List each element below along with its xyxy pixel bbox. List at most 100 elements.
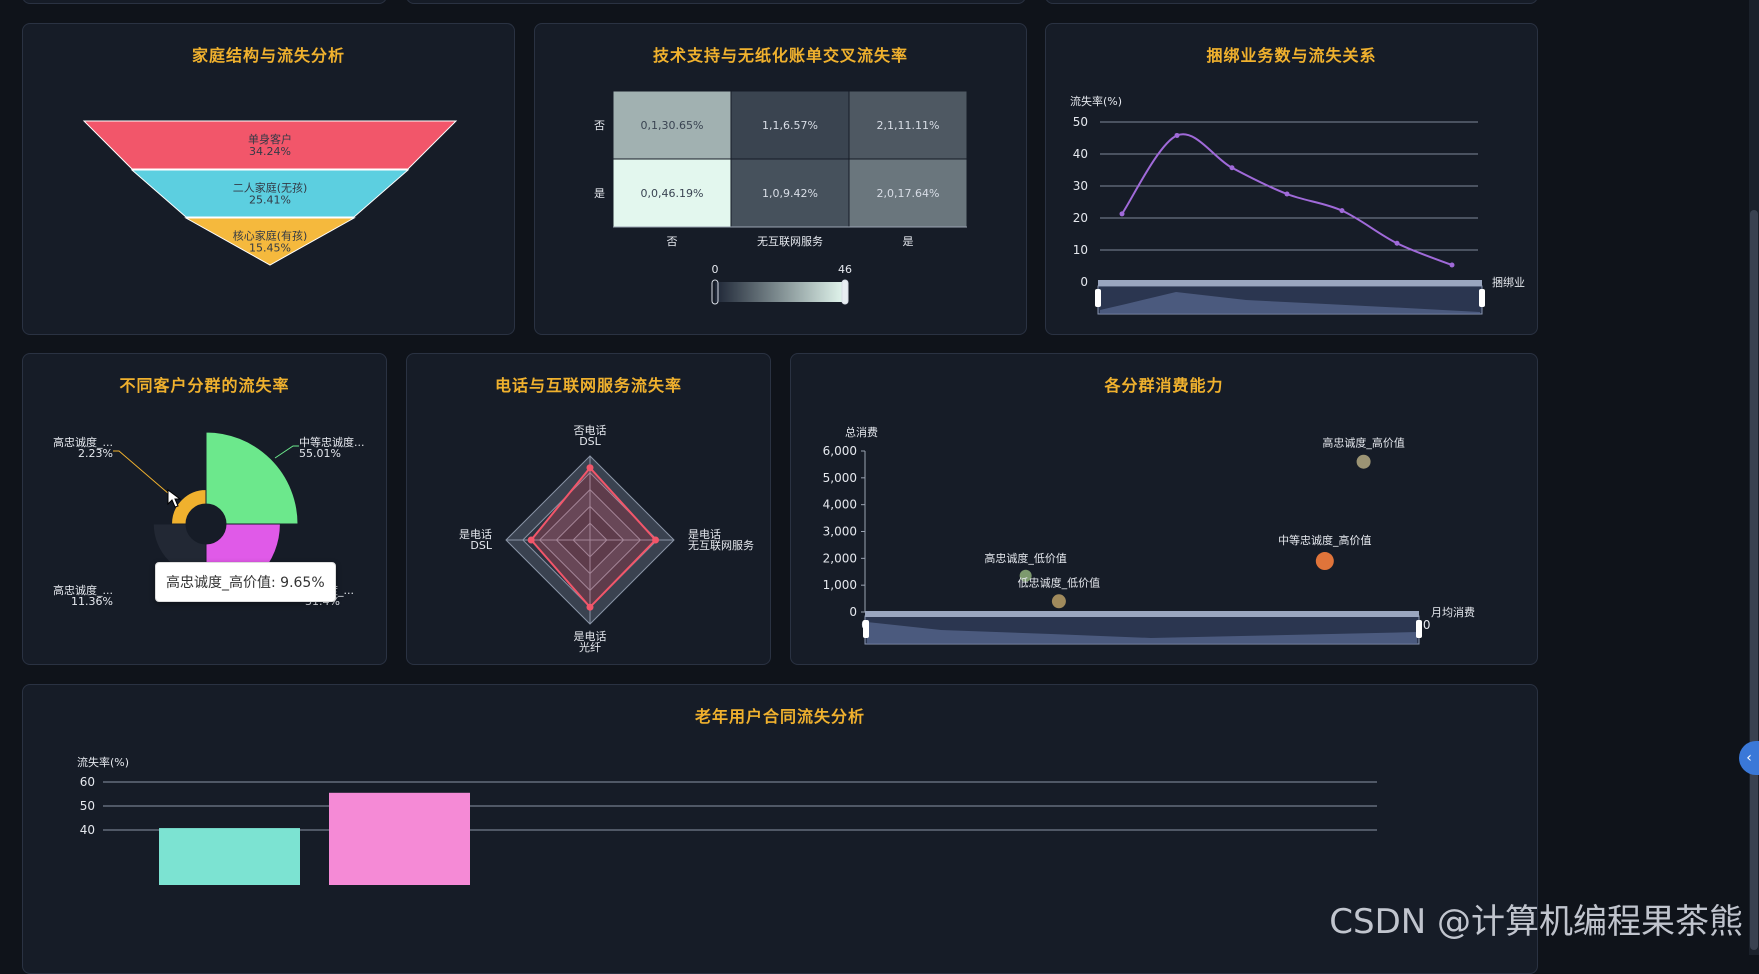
rose-label-line bbox=[113, 450, 170, 495]
radar-series-area bbox=[529, 466, 657, 609]
radar-point bbox=[527, 536, 535, 544]
line-chart: 01020304050流失率(%)捆绑业0123456 bbox=[1070, 94, 1525, 315]
heatmap-cell-label: 1,0,9.42% bbox=[762, 187, 818, 200]
scatter-point bbox=[1315, 552, 1334, 571]
radar-point bbox=[586, 464, 594, 472]
family-structure-panel: 家庭结构与流失分析 单身客户 34.24% 二人家庭(无孩) 25.41% 核心家庭(有… bbox=[22, 23, 515, 335]
top-panel-edge-right bbox=[1045, 0, 1538, 4]
scatter-chart: 01,0002,0003,0004,0005,0006,000020406080… bbox=[823, 425, 1475, 645]
visual-map-max-label: 46 bbox=[838, 263, 852, 276]
scatter-y-tick: 0 bbox=[849, 605, 857, 619]
scatter-y-tick: 6,000 bbox=[823, 444, 857, 458]
line-datazoom-handle-right bbox=[1479, 289, 1485, 307]
segment-spending-scatter-panel: 各分群消费能力 01,0002,0003,0004,0005,0006,0000… bbox=[790, 353, 1538, 665]
scatter-datazoom-handle-right bbox=[1416, 620, 1422, 638]
scatter-datazoom-bar bbox=[865, 611, 1419, 617]
bar bbox=[159, 828, 300, 885]
bar-y-tick: 40 bbox=[80, 823, 95, 837]
scatter-y-axis-label: 总消费 bbox=[845, 425, 878, 439]
visual-map-handle-max bbox=[841, 279, 849, 305]
heatmap-cell-label: 1,1,6.57% bbox=[762, 119, 818, 132]
heatmap-x-tick: 是 bbox=[903, 235, 914, 248]
rose-slice bbox=[205, 431, 299, 525]
line-y-axis-label: 流失率(%) bbox=[1070, 94, 1122, 108]
scatter-point-label: 高忠诚度_低价值 bbox=[984, 551, 1067, 565]
radar-point bbox=[652, 536, 660, 544]
bar bbox=[329, 792, 470, 885]
scatter-point-label: 高忠诚度_高价值 bbox=[1322, 436, 1405, 450]
bar-chart: 40 50 60 流失率(%) bbox=[77, 755, 1377, 885]
heatmap-y-tick: 是 bbox=[594, 187, 605, 200]
scatter-y-tick: 2,000 bbox=[823, 551, 857, 565]
rose-label-line bbox=[274, 445, 299, 459]
segment-churn-rose-panel: 不同客户分群的流失率 中等忠诚度...55.01%忠诚度_...31.4%高忠诚… bbox=[22, 353, 387, 665]
top-panel-edge-left bbox=[22, 0, 387, 4]
senior-contract-bar-panel: 老年用户合同流失分析 40 50 60 流失率(%) bbox=[22, 684, 1538, 974]
radar-point bbox=[586, 603, 594, 611]
funnel-segment-name: 核心家庭(有孩) bbox=[233, 229, 308, 243]
rose-label-value: 2.23% bbox=[78, 447, 113, 460]
scatter-point-label: 低忠诚度_低价值 bbox=[1018, 575, 1101, 589]
rose-chart: 中等忠诚度...55.01%忠诚度_...31.4%高忠诚度_...11.36%… bbox=[53, 431, 365, 608]
bar-y-tick: 60 bbox=[80, 775, 95, 789]
line-y-tick: 20 bbox=[1073, 211, 1088, 225]
funnel-segment-name: 二人家庭(无孩) bbox=[233, 181, 308, 195]
funnel-segment-name: 单身客户 bbox=[248, 132, 292, 146]
chart-tooltip: 高忠诚度_高价值: 9.65% bbox=[155, 562, 336, 602]
visual-map-min-label: 0 bbox=[712, 263, 719, 276]
bar-y-axis-label: 流失率(%) bbox=[77, 755, 129, 769]
rose-label-value: 55.01% bbox=[299, 447, 341, 460]
radar-indicator-line2: DSL bbox=[470, 539, 492, 552]
page-scrollbar[interactable] bbox=[1749, 0, 1759, 955]
heatmap-cell-label: 0,0,46.19% bbox=[641, 187, 704, 200]
line-point bbox=[1174, 132, 1180, 138]
line-y-tick: 50 bbox=[1073, 115, 1088, 129]
heatmap-chart: 0,1,30.65% 1,1,6.57% 2,1,11.11% 0,0,46.19% 1… bbox=[594, 90, 968, 305]
funnel-segment-value: 34.24% bbox=[249, 145, 291, 158]
heatmap-x-tick: 无互联网服务 bbox=[757, 235, 823, 248]
scatter-y-tick: 1,000 bbox=[823, 578, 857, 592]
top-panel-edge-mid bbox=[406, 0, 1026, 4]
heatmap-y-tick: 否 bbox=[594, 119, 605, 132]
funnel-segment-value: 15.45% bbox=[249, 242, 291, 255]
line-point bbox=[1394, 240, 1400, 246]
line-y-tick: 30 bbox=[1073, 179, 1088, 193]
radar-indicator-line2: 光纤 bbox=[579, 640, 601, 654]
scatter-y-tick: 3,000 bbox=[823, 525, 857, 539]
heatmap-x-tick: 否 bbox=[667, 235, 678, 248]
line-datazoom-bar bbox=[1098, 280, 1482, 286]
line-point bbox=[1284, 191, 1290, 197]
scrollbar-thumb[interactable] bbox=[1750, 210, 1758, 950]
phone-internet-radar-panel: 电话与互联网服务流失率 否电话 DSL 是电话 无互联网服务 是电话 光纤 是电话 DSL bbox=[406, 353, 771, 665]
line-point bbox=[1339, 208, 1345, 214]
scatter-point bbox=[1051, 594, 1066, 609]
line-datazoom-handle-left bbox=[1095, 289, 1101, 307]
scatter-point bbox=[1356, 454, 1371, 469]
line-y-tick: 10 bbox=[1073, 243, 1088, 257]
line-point bbox=[1229, 165, 1235, 171]
visual-map-bar bbox=[715, 282, 845, 302]
funnel-chart: 单身客户34.24% 二人家庭(无孩)25.41% 核心家庭(有孩)15.45% bbox=[82, 120, 458, 266]
heatmap-cell-label: 2,1,11.11% bbox=[877, 119, 940, 132]
bundle-churn-line-panel: 捆绑业务数与流失关系 01020304050流失率(%)捆绑业0123456 bbox=[1045, 23, 1538, 335]
line-x-axis-label: 捆绑业 bbox=[1492, 275, 1525, 289]
line-point bbox=[1449, 262, 1455, 268]
funnel-segment-value: 25.41% bbox=[249, 194, 291, 207]
radar-indicator-line2: 无互联网服务 bbox=[688, 539, 754, 552]
side-collapse-button[interactable]: ‹ bbox=[1739, 741, 1759, 775]
scatter-y-tick: 4,000 bbox=[823, 498, 857, 512]
line-y-tick: 40 bbox=[1073, 147, 1088, 161]
bar-y-tick: 50 bbox=[80, 799, 95, 813]
heatmap-cell-label: 0,1,30.65% bbox=[641, 119, 704, 132]
mouse-cursor-icon bbox=[167, 489, 182, 508]
rose-label-value: 11.36% bbox=[71, 595, 113, 608]
heatmap-cell-label: 2,0,17.64% bbox=[877, 187, 940, 200]
scatter-datazoom-handle-left bbox=[863, 620, 869, 638]
scatter-x-axis-label: 月均消费 bbox=[1431, 605, 1475, 619]
line-y-tick: 0 bbox=[1080, 275, 1088, 289]
tech-support-heatmap-panel: 技术支持与无纸化账单交叉流失率 0,1,30.65% 1,1,6.57% 2,1,1… bbox=[534, 23, 1027, 335]
radar-chart: 否电话DSL是电话无互联网服务是电话光纤是电话DSL bbox=[459, 424, 754, 654]
scatter-y-tick: 5,000 bbox=[823, 471, 857, 485]
scatter-point-label: 中等忠诚度_高价值 bbox=[1278, 533, 1372, 547]
radar-indicator-line2: DSL bbox=[579, 435, 601, 448]
